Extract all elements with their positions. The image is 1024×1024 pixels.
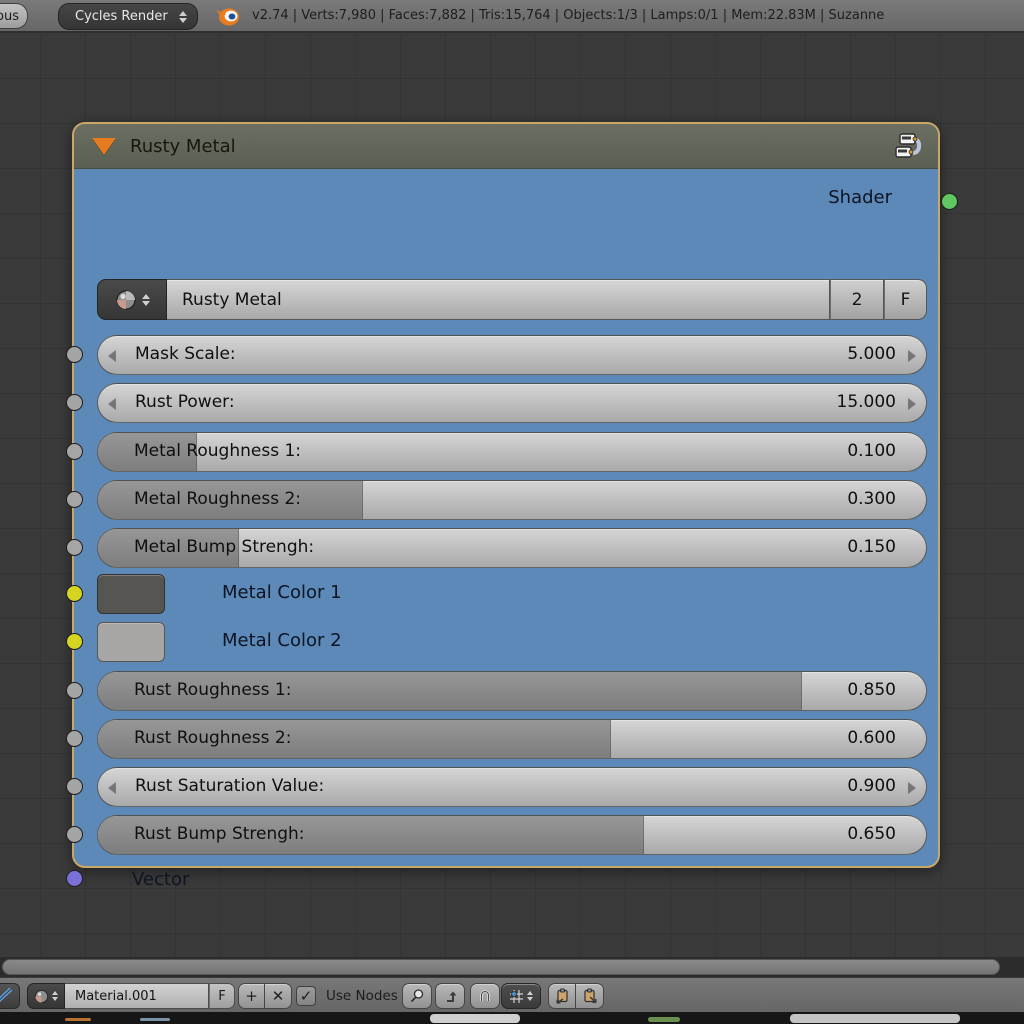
slider-metal-roughness-1[interactable]: Metal Roughness 1: 0.100	[97, 432, 927, 472]
input-row-vector: Vector	[97, 863, 927, 899]
input-row-rust-roughness-2: Rust Roughness 2: 0.600	[97, 719, 927, 759]
pin-button[interactable]	[402, 983, 432, 1009]
input-row-metal-roughness-2: Metal Roughness 2: 0.300	[97, 480, 927, 520]
color-swatch-metal-color-2[interactable]	[97, 622, 165, 662]
use-nodes-label: Use Nodes	[326, 983, 398, 1009]
fake-user-button[interactable]: F	[884, 279, 927, 320]
plus-icon: +	[245, 987, 258, 1005]
input-socket-vector[interactable]	[66, 870, 83, 887]
input-socket[interactable]	[66, 346, 83, 363]
go-to-parent-tree-button[interactable]	[435, 983, 465, 1009]
input-socket[interactable]	[66, 778, 83, 795]
snap-element-select[interactable]	[501, 983, 541, 1009]
decrement-arrow-icon[interactable]	[108, 350, 116, 362]
fake-user-button[interactable]: F	[209, 983, 235, 1009]
output-label: Shader	[828, 187, 892, 208]
bottom-header-bar: Material.001 F + ✕ ✓ Use Nodes	[0, 977, 1024, 1012]
slider-rust-bump-strength[interactable]: Rust Bump Strengh: 0.650	[97, 815, 927, 855]
collapse-arrow-icon[interactable]	[92, 138, 116, 155]
close-icon: ✕	[272, 987, 285, 1005]
slider-rust-roughness-2[interactable]: Rust Roughness 2: 0.600	[97, 719, 927, 759]
number-field-rust-saturation-value[interactable]: Rust Saturation Value: 0.900	[97, 767, 927, 807]
lower-editor-edge	[0, 1012, 1024, 1024]
slider-metal-bump-strength[interactable]: Metal Bump Strengh: 0.150	[97, 528, 927, 568]
input-socket[interactable]	[66, 443, 83, 460]
chevron-updown-icon	[179, 11, 187, 23]
paste-nodes-button[interactable]	[576, 983, 604, 1009]
node-body: Shader Rusty Meta	[74, 169, 938, 866]
snap-toggle-button[interactable]	[470, 983, 500, 1009]
input-socket[interactable]	[66, 682, 83, 699]
add-material-button[interactable]: +	[238, 983, 265, 1009]
blender-logo-icon	[214, 4, 241, 32]
input-row-rust-roughness-1: Rust Roughness 1: 0.850	[97, 671, 927, 711]
decrement-arrow-icon[interactable]	[108, 398, 116, 410]
material-browse-button[interactable]	[97, 279, 167, 320]
checkmark-icon: ✓	[300, 987, 313, 1005]
input-socket[interactable]	[66, 491, 83, 508]
material-browse-button[interactable]	[27, 983, 65, 1009]
slider-metal-roughness-2[interactable]: Metal Roughness 2: 0.300	[97, 480, 927, 520]
horizontal-scrollbar[interactable]	[0, 957, 1024, 977]
use-nodes-checkbox[interactable]: ✓	[296, 986, 316, 1006]
input-row-rust-bump-strength: Rust Bump Strengh: 0.650	[97, 815, 927, 855]
material-users-button[interactable]: 2	[830, 279, 884, 320]
node-datablock-row: Rusty Metal 2 F	[97, 279, 927, 320]
horizontal-scrollbar-thumb[interactable]	[2, 959, 1000, 975]
render-engine-label: Cycles Render	[75, 9, 179, 24]
render-engine-select[interactable]: Cycles Render	[58, 3, 198, 30]
input-row-rust-power: Rust Power: 15.000	[97, 383, 927, 423]
node-header[interactable]: Rusty Metal	[74, 124, 938, 169]
copy-nodes-button[interactable]	[548, 983, 576, 1009]
clipboard-paste-icon	[582, 988, 598, 1004]
number-field-rust-power[interactable]: Rust Power: 15.000	[97, 383, 927, 423]
output-socket-shader[interactable]	[941, 193, 958, 210]
input-socket[interactable]	[66, 633, 83, 650]
material-sphere-icon	[115, 289, 137, 311]
input-socket[interactable]	[66, 394, 83, 411]
input-socket[interactable]	[66, 826, 83, 843]
output-row-shader: Shader	[97, 182, 927, 222]
pushpin-icon	[409, 988, 425, 1004]
material-sphere-icon	[34, 989, 49, 1004]
increment-arrow-icon[interactable]	[908, 350, 916, 362]
material-name-field[interactable]: Material.001	[65, 983, 209, 1009]
input-row-rust-saturation-value: Rust Saturation Value: 0.900	[97, 767, 927, 807]
input-row-mask-scale: Mask Scale: 5.000	[97, 335, 927, 375]
color-swatch-metal-color-1[interactable]	[97, 574, 165, 614]
node-rusty-metal[interactable]: Rusty Metal Shader	[72, 122, 940, 868]
top-header-bar: ous Cycles Render v2.74 | Verts:7,980 | …	[0, 0, 1024, 33]
snap-grid-icon	[509, 989, 524, 1004]
number-field-mask-scale[interactable]: Mask Scale: 5.000	[97, 335, 927, 375]
input-row-metal-color-2: Metal Color 2	[97, 622, 927, 662]
bottom-material-datablock: Material.001 F	[27, 983, 235, 1009]
input-socket[interactable]	[66, 730, 83, 747]
input-row-metal-bump-strength: Metal Bump Strengh: 0.150	[97, 528, 927, 568]
input-row-metal-roughness-1: Metal Roughness 1: 0.100	[97, 432, 927, 472]
chevron-updown-icon	[142, 294, 150, 306]
slider-rust-roughness-1[interactable]: Rust Roughness 1: 0.850	[97, 671, 927, 711]
node-title: Rusty Metal	[130, 136, 236, 157]
editor-type-button[interactable]	[0, 983, 20, 1009]
chevron-updown-icon	[52, 991, 58, 1001]
blender-window: ous Cycles Render v2.74 | Verts:7,980 | …	[0, 0, 1024, 1024]
increment-arrow-icon[interactable]	[908, 782, 916, 794]
input-socket[interactable]	[66, 585, 83, 602]
node-editor-canvas[interactable]: Rusty Metal Shader	[0, 35, 1024, 957]
decrement-arrow-icon[interactable]	[108, 782, 116, 794]
increment-arrow-icon[interactable]	[908, 398, 916, 410]
material-name-field[interactable]: Rusty Metal	[167, 279, 830, 320]
input-socket[interactable]	[66, 539, 83, 556]
parent-up-arrow-icon	[443, 989, 458, 1004]
snap-magnet-icon	[477, 988, 493, 1004]
node-editor-icon	[0, 984, 19, 1008]
unlink-material-button[interactable]: ✕	[265, 983, 292, 1009]
chevron-updown-icon	[527, 991, 533, 1001]
scene-stats-text: v2.74 | Verts:7,980 | Faces:7,882 | Tris…	[252, 0, 884, 31]
node-group-icon	[892, 132, 924, 166]
clipboard-copy-icon	[554, 988, 570, 1004]
previous-button[interactable]: ous	[0, 3, 28, 29]
input-row-metal-color-1: Metal Color 1	[97, 574, 927, 614]
